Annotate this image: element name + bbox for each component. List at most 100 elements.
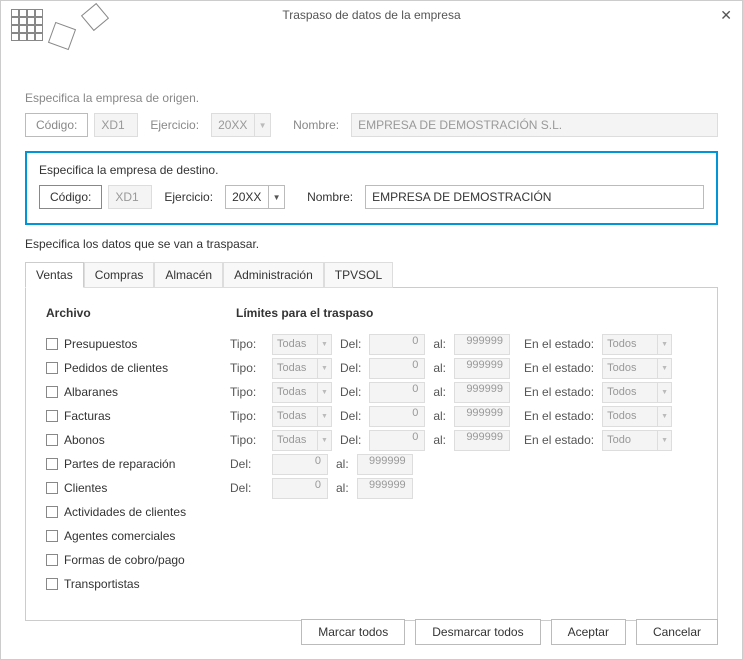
al-input[interactable]: 999999	[454, 406, 510, 427]
tab-almacen[interactable]: Almacén	[154, 262, 223, 288]
chevron-down-icon[interactable]: ▼	[658, 406, 672, 427]
dest-nombre-label: Nombre:	[301, 190, 359, 204]
archive-row: Transportistas	[46, 572, 697, 596]
archive-label: Albaranes	[64, 385, 230, 399]
dialog-title: Traspaso de datos de la empresa	[282, 8, 460, 22]
tipo-label: Tipo:	[230, 385, 264, 399]
origin-code-label: Código:	[25, 113, 88, 137]
al-input[interactable]: 999999	[454, 382, 510, 403]
archive-row: Formas de cobro/pago	[46, 548, 697, 572]
tipo-select[interactable]: Todas	[272, 334, 318, 355]
del-input[interactable]: 0	[369, 334, 425, 355]
al-input[interactable]: 999999	[357, 454, 413, 475]
chevron-down-icon[interactable]: ▼	[318, 358, 332, 379]
origin-ejercicio-input: 20XX	[211, 113, 255, 137]
del-input[interactable]: 0	[369, 430, 425, 451]
origin-ejercicio-label: Ejercicio:	[144, 118, 205, 132]
estado-select[interactable]: Todo	[602, 430, 658, 451]
archive-row: Albaranes Tipo:Todas▼ Del: 0 al: 999999 …	[46, 380, 697, 404]
chevron-down-icon[interactable]: ▼	[318, 430, 332, 451]
marcar-todos-button[interactable]: Marcar todos	[301, 619, 405, 645]
archive-checkbox[interactable]	[46, 458, 58, 470]
estado-select[interactable]: Todos	[602, 358, 658, 379]
al-input[interactable]: 999999	[454, 334, 510, 355]
archive-checkbox[interactable]	[46, 362, 58, 374]
tipo-select[interactable]: Todas	[272, 358, 318, 379]
estado-label: En el estado:	[524, 361, 594, 375]
tipo-select[interactable]: Todas	[272, 430, 318, 451]
chevron-down-icon[interactable]: ▼	[658, 430, 672, 451]
archive-checkbox[interactable]	[46, 434, 58, 446]
archive-checkbox[interactable]	[46, 578, 58, 590]
chevron-down-icon[interactable]: ▼	[318, 406, 332, 427]
dest-code-label[interactable]: Código:	[39, 185, 102, 209]
del-input[interactable]: 0	[369, 358, 425, 379]
archive-label: Formas de cobro/pago	[64, 553, 230, 567]
archive-row: Actividades de clientes	[46, 500, 697, 524]
dest-code-input[interactable]: XD1	[108, 185, 152, 209]
del-input[interactable]: 0	[272, 454, 328, 475]
origin-code-input: XD1	[94, 113, 138, 137]
dest-nombre-input[interactable]: EMPRESA DE DEMOSTRACIÓN	[365, 185, 704, 209]
archive-label: Agentes comerciales	[64, 529, 230, 543]
al-input[interactable]: 999999	[454, 358, 510, 379]
al-input[interactable]: 999999	[357, 478, 413, 499]
archive-label: Pedidos de clientes	[64, 361, 230, 375]
aceptar-button[interactable]: Aceptar	[551, 619, 626, 645]
chevron-down-icon[interactable]: ▼	[658, 334, 672, 355]
chevron-down-icon[interactable]: ▼	[318, 334, 332, 355]
tab-ventas[interactable]: Ventas	[25, 262, 84, 288]
chevron-down-icon[interactable]: ▼	[269, 185, 285, 209]
archive-checkbox[interactable]	[46, 338, 58, 350]
desmarcar-todos-button[interactable]: Desmarcar todos	[415, 619, 540, 645]
estado-label: En el estado:	[524, 409, 594, 423]
al-label: al:	[433, 433, 446, 447]
tab-compras[interactable]: Compras	[84, 262, 155, 288]
al-label: al:	[433, 337, 446, 351]
archive-label: Partes de reparación	[64, 457, 230, 471]
archive-label: Transportistas	[64, 577, 230, 591]
chevron-down-icon[interactable]: ▼	[658, 358, 672, 379]
archive-checkbox[interactable]	[46, 482, 58, 494]
al-input[interactable]: 999999	[454, 430, 510, 451]
estado-label: En el estado:	[524, 337, 594, 351]
dest-heading: Especifica la empresa de destino.	[39, 163, 704, 177]
al-label: al:	[336, 481, 349, 495]
archive-row: Agentes comerciales	[46, 524, 697, 548]
cancelar-button[interactable]: Cancelar	[636, 619, 718, 645]
tab-bar: Ventas Compras Almacén Administración TP…	[25, 261, 718, 288]
del-input[interactable]: 0	[272, 478, 328, 499]
archive-checkbox[interactable]	[46, 554, 58, 566]
close-icon[interactable]: ✕	[720, 7, 732, 24]
estado-select[interactable]: Todos	[602, 406, 658, 427]
archive-checkbox[interactable]	[46, 506, 58, 518]
origin-nombre-label: Nombre:	[287, 118, 345, 132]
archive-checkbox[interactable]	[46, 386, 58, 398]
del-label: Del:	[340, 361, 361, 375]
chevron-down-icon[interactable]: ▼	[658, 382, 672, 403]
col-header-archivo: Archivo	[46, 306, 236, 320]
archive-checkbox[interactable]	[46, 410, 58, 422]
origin-heading: Especifica la empresa de origen.	[25, 91, 718, 105]
estado-select[interactable]: Todos	[602, 382, 658, 403]
del-label: Del:	[340, 409, 361, 423]
archive-row: Clientes Del: 0 al: 999999	[46, 476, 697, 500]
archive-checkbox[interactable]	[46, 530, 58, 542]
tipo-label: Tipo:	[230, 433, 264, 447]
tab-tpvsol[interactable]: TPVSOL	[324, 262, 393, 288]
del-input[interactable]: 0	[369, 382, 425, 403]
dest-ejercicio-input[interactable]: 20XX	[225, 185, 269, 209]
transfer-heading: Especifica los datos que se van a traspa…	[25, 237, 718, 251]
tipo-select[interactable]: Todas	[272, 382, 318, 403]
tab-administracion[interactable]: Administración	[223, 262, 324, 288]
archive-label: Facturas	[64, 409, 230, 423]
al-label: al:	[433, 385, 446, 399]
archive-label: Presupuestos	[64, 337, 230, 351]
del-label: Del:	[340, 385, 361, 399]
archive-label: Actividades de clientes	[64, 505, 230, 519]
estado-select[interactable]: Todos	[602, 334, 658, 355]
archive-row: Facturas Tipo:Todas▼ Del: 0 al: 999999 E…	[46, 404, 697, 428]
tipo-select[interactable]: Todas	[272, 406, 318, 427]
del-input[interactable]: 0	[369, 406, 425, 427]
chevron-down-icon[interactable]: ▼	[318, 382, 332, 403]
